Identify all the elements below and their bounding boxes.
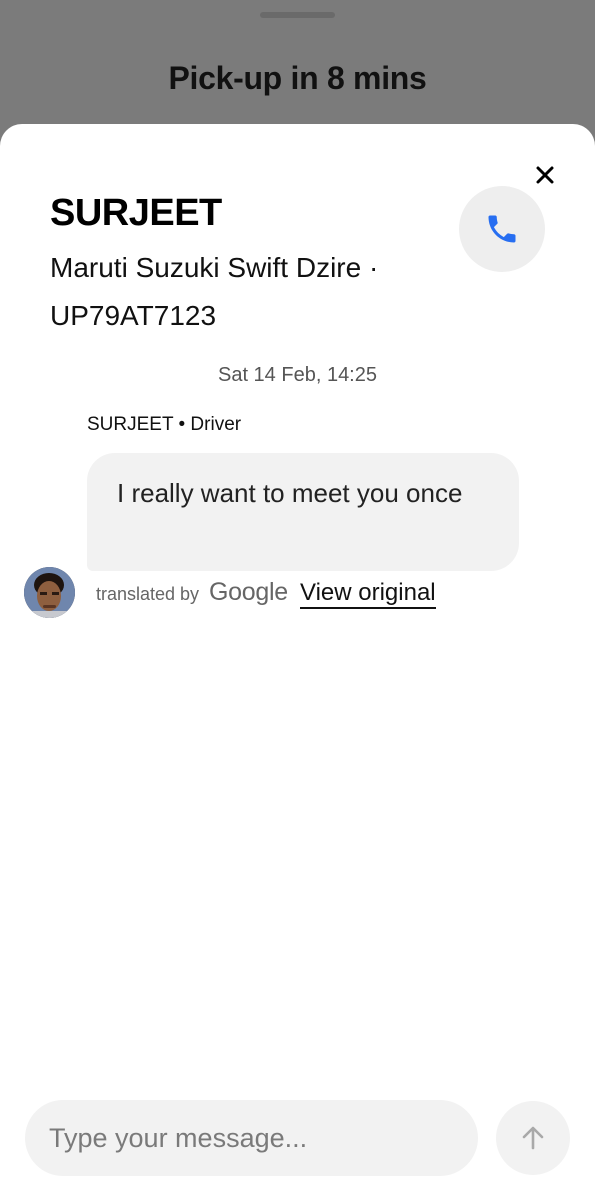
message-timestamp: Sat 14 Feb, 14:25 (217, 364, 377, 386)
driver-avatar (24, 567, 75, 618)
map-backdrop: Pick-up in 8 mins (0, 0, 595, 140)
message-composer (25, 1100, 478, 1176)
avatar-face-icon (24, 567, 75, 618)
phone-icon (488, 215, 516, 243)
sheet-drag-handle[interactable] (260, 12, 335, 18)
driver-name: SURJEET (50, 192, 222, 234)
close-icon (536, 166, 554, 184)
send-button[interactable] (496, 1101, 570, 1175)
license-plate: UP79AT7123 (50, 300, 217, 331)
pickup-eta-title: Pick-up in 8 mins (168, 60, 427, 96)
car-model: Maruti Suzuki Swift Dzire · (50, 252, 379, 283)
arrow-up-icon (522, 1126, 544, 1150)
close-button[interactable] (530, 160, 560, 190)
view-original-link[interactable]: View original (300, 578, 436, 609)
message-bubble: I really want to meet you once (87, 453, 519, 571)
vehicle-info: Maruti Suzuki Swift Dzire · UP79AT7123 (50, 244, 440, 340)
call-driver-button[interactable] (459, 186, 545, 272)
message-sender: SURJEET • Driver (87, 414, 242, 435)
message-input[interactable] (49, 1122, 449, 1154)
translated-by-label: translated by (96, 584, 200, 604)
google-logo-text: Google (209, 578, 288, 606)
